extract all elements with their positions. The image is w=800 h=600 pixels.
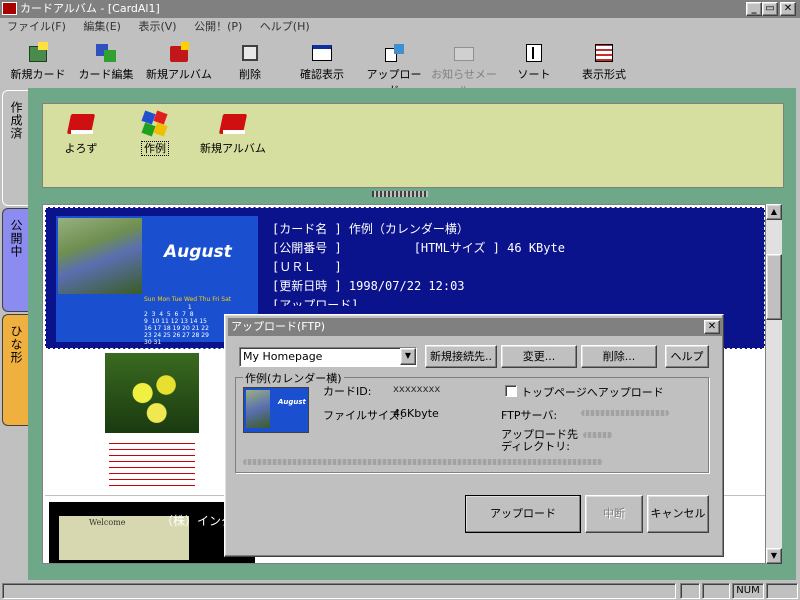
new-connection-button[interactable]: 新規接続先.. bbox=[425, 345, 497, 368]
delete-button[interactable]: 削除 bbox=[220, 38, 280, 86]
ftp-server-value bbox=[581, 410, 669, 416]
card-name-key: [カード名 ] bbox=[272, 222, 342, 236]
card-info: [カード名 ] 作例（カレンダー横） [公開番号 ] [HTMLサイズ ] 46 … bbox=[272, 220, 565, 306]
album-grid-icon bbox=[141, 110, 169, 137]
upload-dir-value bbox=[583, 432, 613, 438]
new-card-icon bbox=[26, 42, 50, 64]
ftp-server-label: FTPサーバ: bbox=[501, 409, 558, 422]
new-album-icon bbox=[167, 42, 191, 64]
pane-splitter[interactable] bbox=[372, 191, 428, 197]
notify-mail-button[interactable]: お知らせメール bbox=[426, 38, 502, 97]
app-icon[interactable] bbox=[2, 2, 17, 15]
menu-publish[interactable]: 公開！(P) bbox=[187, 18, 249, 36]
filesize-value: 46Kbyte bbox=[393, 407, 439, 420]
edit-card-icon bbox=[94, 42, 118, 64]
minimize-button[interactable]: _ bbox=[746, 2, 762, 16]
upload-dialog: アップロード(FTP) ✕ My Homepage ▼ 新規接続先.. 変更..… bbox=[224, 314, 724, 557]
close-button[interactable]: ✕ bbox=[780, 2, 796, 16]
status-cell bbox=[680, 583, 700, 599]
dialog-close-button[interactable]: ✕ bbox=[704, 320, 720, 334]
change-button[interactable]: 変更... bbox=[501, 345, 577, 368]
dialog-card-thumbnail: August bbox=[243, 387, 309, 433]
preview-button[interactable]: 確認表示 bbox=[290, 38, 354, 86]
dialog-title: アップロード(FTP) bbox=[231, 320, 326, 333]
status-cell bbox=[702, 583, 730, 599]
maximize-button[interactable]: ▭ bbox=[762, 2, 778, 16]
new-album-button[interactable]: 新規アルバム bbox=[142, 38, 216, 86]
upload-url-value bbox=[243, 459, 603, 465]
status-cell bbox=[766, 583, 798, 599]
menu-file[interactable]: ファイル(F) bbox=[0, 18, 73, 36]
window-title: カードアルバム - [CardAl1] bbox=[20, 2, 160, 15]
mail-icon bbox=[452, 42, 476, 64]
upload-button[interactable]: アップロード bbox=[364, 38, 424, 97]
red-book-icon bbox=[66, 110, 96, 136]
tab-templates[interactable]: ひな形 bbox=[2, 314, 28, 426]
ftp-site-select[interactable]: My Homepage ▼ bbox=[239, 347, 417, 367]
new-card-button[interactable]: 新規カード bbox=[6, 38, 70, 86]
tab-created[interactable]: 作成済 bbox=[2, 90, 28, 206]
card-name-value: 作例（カレンダー横） bbox=[348, 222, 469, 236]
scroll-down-button[interactable]: ▼ bbox=[766, 548, 782, 564]
red-book-icon bbox=[218, 110, 248, 136]
menu-bar: ファイル(F) 編集(E) 表示(V) 公開！(P) ヘルプ(H) bbox=[0, 18, 800, 36]
delete-icon bbox=[238, 42, 262, 64]
cancel-button[interactable]: キャンセル bbox=[647, 495, 709, 533]
edit-card-button[interactable]: カード編集 bbox=[74, 38, 138, 86]
menu-view[interactable]: 表示(V) bbox=[131, 18, 183, 36]
album-sakurei[interactable]: 作例 bbox=[137, 110, 173, 156]
tab-published[interactable]: 公開中 bbox=[2, 208, 28, 312]
card-id-label: カードID: bbox=[323, 385, 372, 398]
html-size-key: [HTMLサイズ ] bbox=[413, 241, 500, 255]
title-bar: カードアルバム - [CardAl1] _ ▭ ✕ bbox=[0, 0, 800, 18]
updated-value: 1998/07/22 12:03 bbox=[348, 279, 465, 293]
upload-dir-label: アップロード先 ディレクトリ: bbox=[501, 428, 578, 453]
menu-edit[interactable]: 編集(E) bbox=[76, 18, 128, 36]
menu-help[interactable]: ヘルプ(H) bbox=[253, 18, 317, 36]
url-key: [ＵＲＬ ] bbox=[272, 260, 342, 274]
chevron-down-icon[interactable]: ▼ bbox=[400, 348, 416, 365]
abort-button[interactable]: 中断 bbox=[585, 495, 643, 533]
status-bar: NUM bbox=[0, 582, 800, 600]
html-size-value: 46 KByte bbox=[507, 241, 565, 255]
calendar-header: Sun Mon Tue Wed Thu Fri Sat bbox=[144, 296, 232, 303]
thumb-month: August bbox=[164, 242, 232, 262]
num-lock-indicator: NUM bbox=[732, 583, 764, 599]
status-message bbox=[2, 583, 676, 599]
help-button[interactable]: ヘルプ bbox=[665, 345, 709, 368]
filesize-label: ファイルサイズ: bbox=[323, 409, 404, 422]
card-id-value: xxxxxxxx bbox=[393, 384, 441, 395]
upload-icon bbox=[382, 42, 406, 64]
flower-photo bbox=[58, 218, 142, 294]
sidebar-tabs: 作成済 公開中 ひな形 bbox=[0, 90, 28, 580]
top-page-upload-label: トップページへアップロード bbox=[521, 386, 664, 399]
calendar-thumb bbox=[109, 439, 195, 491]
delete-connection-button[interactable]: 削除... bbox=[581, 345, 657, 368]
upload-key: [アップロード] bbox=[272, 298, 359, 306]
view-format-icon bbox=[592, 42, 616, 64]
preview-icon bbox=[310, 42, 334, 64]
card-list-scrollbar[interactable]: ▲ ▼ bbox=[766, 204, 782, 564]
marigold-photo bbox=[105, 353, 199, 433]
sort-button[interactable]: ソート bbox=[506, 38, 562, 86]
album-new[interactable]: 新規アルバム bbox=[197, 110, 269, 156]
scroll-thumb[interactable] bbox=[766, 254, 782, 320]
sort-icon bbox=[522, 42, 546, 64]
top-page-upload-checkbox[interactable] bbox=[505, 385, 517, 397]
pubno-key: [公開番号 ] bbox=[272, 241, 342, 255]
upload-start-button[interactable]: アップロード bbox=[465, 495, 581, 533]
toolbar: 新規カード カード編集 新規アルバム 削除 確認表示 アップロード お知らせメー… bbox=[0, 38, 640, 97]
dialog-title-bar: アップロード(FTP) ✕ bbox=[228, 318, 722, 336]
scroll-up-button[interactable]: ▲ bbox=[766, 204, 782, 220]
updated-key: [更新日時 ] bbox=[272, 279, 342, 293]
view-format-button[interactable]: 表示形式 bbox=[570, 38, 638, 86]
album-yorozu[interactable]: よろず bbox=[63, 110, 99, 156]
album-pane: よろず 作例 新規アルバム bbox=[42, 103, 784, 188]
